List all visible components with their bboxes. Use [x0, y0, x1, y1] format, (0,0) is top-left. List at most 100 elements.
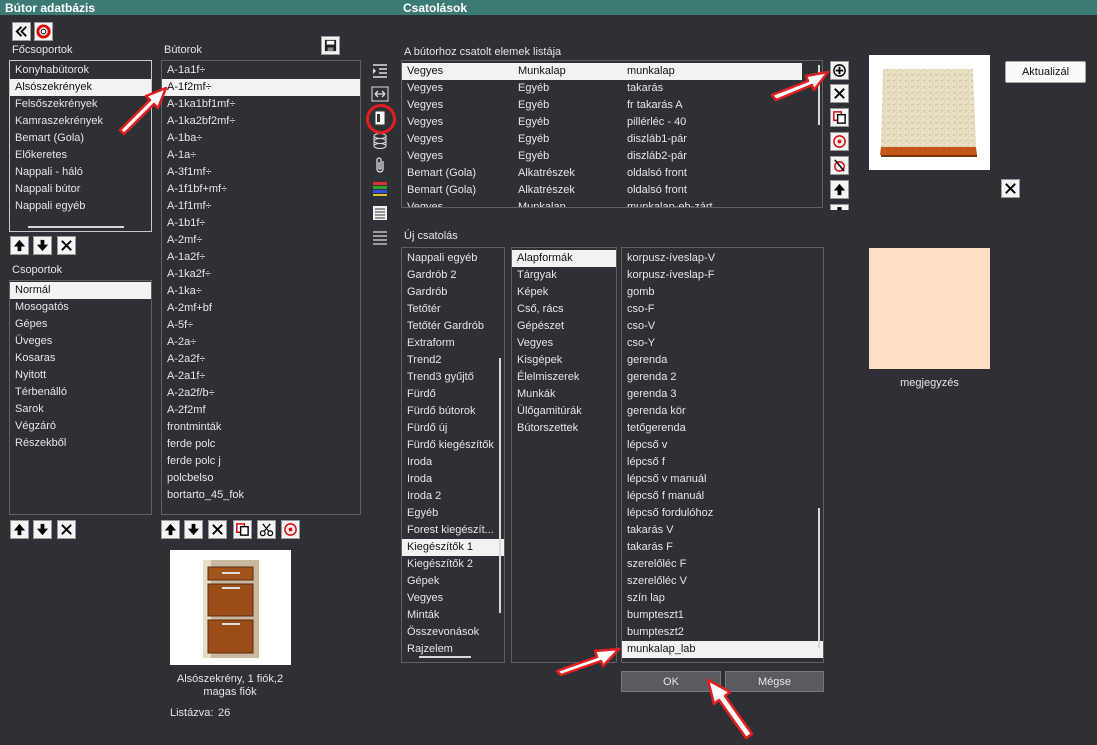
group-item[interactable]: Normál	[10, 282, 151, 299]
furniture-item[interactable]: A-1b1f÷	[162, 215, 360, 232]
element-item[interactable]: lépcső fordulóhoz	[622, 505, 823, 522]
attached-row[interactable]: Vegyes Egyéb diszláb2-pár	[402, 148, 802, 165]
group-item[interactable]: Kosaras	[10, 350, 151, 367]
subgroup-item[interactable]: Gépészet	[512, 318, 616, 335]
groups-list[interactable]: Normál Mosogatós Gépes Üveges Kosaras Nyitott…	[9, 280, 152, 515]
item-list-scrollbar[interactable]	[818, 508, 820, 648]
attached-list[interactable]: Vegyes Munkalap munkalap Vegyes Egyéb takarás…	[401, 60, 823, 208]
element-item[interactable]: bumpteszt2	[622, 624, 823, 641]
copy-attachment-button[interactable]	[830, 108, 849, 127]
furniture-item[interactable]: A-5f÷	[162, 317, 360, 334]
resize-width-button[interactable]	[370, 84, 390, 104]
category-list-scrollbar[interactable]	[499, 358, 501, 613]
category-item[interactable]: Tetőtér	[402, 301, 504, 318]
furniture-item[interactable]: A-2a÷	[162, 334, 360, 351]
element-item[interactable]: cso-Y	[622, 335, 823, 352]
category-item[interactable]: Gardrób	[402, 284, 504, 301]
collapse-button[interactable]	[12, 22, 31, 41]
subgroup-item[interactable]: Tárgyak	[512, 267, 616, 284]
category-item[interactable]: Gépek	[402, 573, 504, 590]
attached-row[interactable]: Vegyes Munkalap munkalap-eb-zárt	[402, 199, 802, 207]
element-item[interactable]: lépcső f manuál	[622, 488, 823, 505]
furniture-item[interactable]: A-2a2f÷	[162, 351, 360, 368]
text-view-button[interactable]	[370, 227, 390, 247]
category-item[interactable]: Iroda	[402, 454, 504, 471]
element-item[interactable]: lépcső f	[622, 454, 823, 471]
group-item[interactable]: Nyitott	[10, 367, 151, 384]
furniture-item[interactable]: A-1a÷	[162, 147, 360, 164]
furniture-item[interactable]: ferde polc j	[162, 453, 360, 470]
category-item[interactable]: Vegyes	[402, 590, 504, 607]
move-down-button[interactable]	[33, 236, 52, 255]
element-item[interactable]: gerenda 3	[622, 386, 823, 403]
furniture-item[interactable]: ferde polc	[162, 436, 360, 453]
category-item[interactable]: Iroda 2	[402, 488, 504, 505]
attached-row[interactable]: Vegyes Egyéb pillérléc - 40	[402, 114, 802, 131]
category-item[interactable]: Kiegészítők 1	[402, 539, 504, 556]
furniture-move-up-button[interactable]	[161, 520, 180, 539]
category-item[interactable]: Minták	[402, 607, 504, 624]
element-item[interactable]: gerenda kör	[622, 403, 823, 420]
main-group-item[interactable]: Konyhabútorok	[10, 62, 151, 79]
furniture-move-down-button[interactable]	[184, 520, 203, 539]
element-item[interactable]: bumpteszt1	[622, 607, 823, 624]
category-item[interactable]: Extraform	[402, 335, 504, 352]
element-item[interactable]: szín lap	[622, 590, 823, 607]
main-group-item[interactable]: Nappali bútor	[10, 181, 151, 198]
subgroup-item[interactable]: Cső, rács	[512, 301, 616, 318]
attached-row[interactable]: Bemart (Gola) Alkatrészek oldalsó front	[402, 182, 802, 199]
attached-row[interactable]: Vegyes Munkalap munkalap	[402, 63, 802, 80]
furniture-item[interactable]: A-1ka2bf2mf÷	[162, 113, 360, 130]
element-item[interactable]: tetőgerenda	[622, 420, 823, 437]
main-group-item[interactable]: Nappali egyéb	[10, 198, 151, 215]
element-item[interactable]: munkalap_lab	[622, 641, 823, 658]
furniture-item[interactable]: A-1a2f÷	[162, 249, 360, 266]
target-button[interactable]	[281, 520, 300, 539]
element-item[interactable]: takarás F	[622, 539, 823, 556]
clear-texture-button[interactable]	[1001, 179, 1020, 198]
remove-attachment-button[interactable]	[830, 84, 849, 103]
element-item[interactable]: takarás V	[622, 522, 823, 539]
category-item[interactable]: Kiegészítők 2	[402, 556, 504, 573]
delete-button[interactable]	[57, 236, 76, 255]
note-color-swatch[interactable]	[869, 248, 990, 369]
furniture-delete-button[interactable]	[208, 520, 227, 539]
category-list-hscroll[interactable]	[419, 656, 471, 658]
group-item[interactable]: Üveges	[10, 333, 151, 350]
furniture-item[interactable]: polcbelso	[162, 470, 360, 487]
category-item[interactable]: Forest kiegészít...	[402, 522, 504, 539]
category-item[interactable]: Gardrób 2	[402, 267, 504, 284]
furniture-item[interactable]: A-1ka÷	[162, 283, 360, 300]
cut-button[interactable]	[257, 520, 276, 539]
group-item[interactable]: Részekből	[10, 435, 151, 452]
element-item[interactable]: gomb	[622, 284, 823, 301]
group-item[interactable]: Sarok	[10, 401, 151, 418]
category-item[interactable]: Fürdő	[402, 386, 504, 403]
furniture-list[interactable]: A-1a1f÷ A-1f2mf÷ A-1ka1bf1mf÷ A-1ka2bf2mf÷ A…	[161, 60, 361, 515]
element-item[interactable]: szerelőléc F	[622, 556, 823, 573]
attached-row[interactable]: Vegyes Egyéb takarás	[402, 80, 802, 97]
furniture-item[interactable]: A-1ka1bf1mf÷	[162, 96, 360, 113]
group-item[interactable]: Végzáró	[10, 418, 151, 435]
furniture-item[interactable]: A-2mf÷	[162, 232, 360, 249]
main-group-item[interactable]: Alsószekrények	[10, 79, 151, 96]
main-group-item[interactable]: Bemart (Gola)	[10, 130, 151, 147]
new-link-category-list[interactable]: Nappali egyéb Gardrób 2 Gardrób Tetőtér Tető…	[401, 247, 505, 663]
furniture-item[interactable]: A-1a1f÷	[162, 62, 360, 79]
indent-button[interactable]	[370, 61, 390, 81]
attached-row[interactable]: Bemart (Gola) Alkatrészek oldalsó front	[402, 165, 802, 182]
furniture-item[interactable]: A-2mf+bf	[162, 300, 360, 317]
attached-row[interactable]: Vegyes Egyéb diszláb1-pár	[402, 131, 802, 148]
remove-target-button[interactable]	[830, 156, 849, 175]
groups-move-down-button[interactable]	[33, 520, 52, 539]
element-item[interactable]: korpusz-íveslap-V	[622, 250, 823, 267]
save-button[interactable]	[321, 36, 340, 55]
attachment-move-up-button[interactable]	[830, 180, 849, 199]
furniture-item[interactable]: A-1ba÷	[162, 130, 360, 147]
category-item[interactable]: Egyéb	[402, 505, 504, 522]
category-item[interactable]: Összevonások	[402, 624, 504, 641]
groups-delete-button[interactable]	[57, 520, 76, 539]
subgroup-item[interactable]: Munkák	[512, 386, 616, 403]
cancel-button[interactable]: Mégse	[725, 671, 824, 692]
category-item[interactable]: Iroda	[402, 471, 504, 488]
